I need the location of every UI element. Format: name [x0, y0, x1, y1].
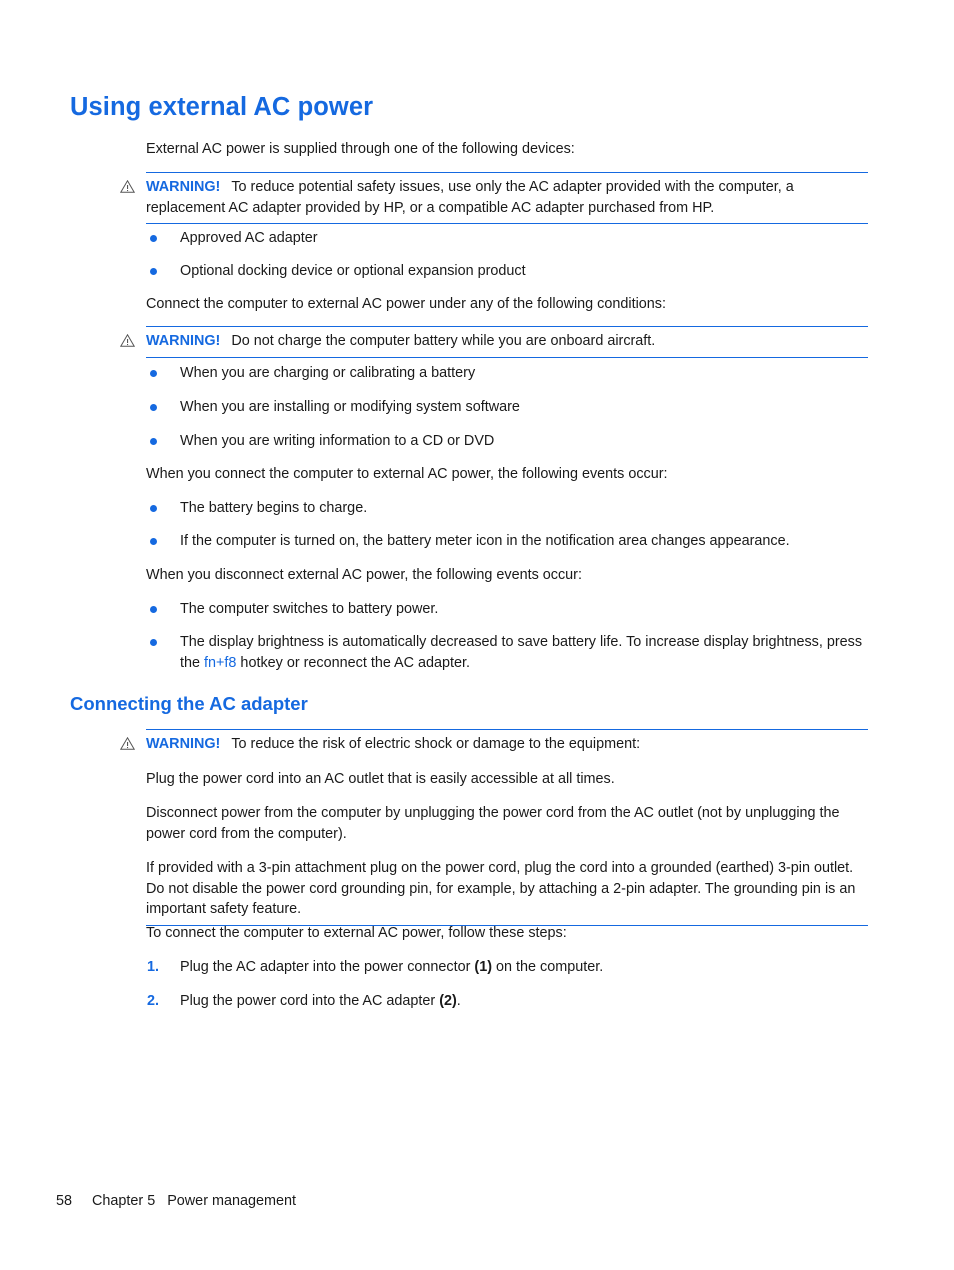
warning-paragraph: Disconnect power from the computer by un… — [146, 805, 840, 842]
step-number: 1. — [147, 959, 160, 975]
list-item: Approved AC adapter — [146, 228, 868, 249]
list-item: The computer switches to battery power. — [146, 599, 868, 620]
warning-box-2: WARNING! Do not charge the computer batte… — [120, 326, 868, 358]
list-item-label: Approved AC adapter — [180, 230, 318, 246]
section-title-connecting-ac-adapter: Connecting the AC adapter — [70, 693, 308, 714]
list-item: When you are charging or calibrating a b… — [146, 363, 868, 384]
warning-rule-bottom — [146, 356, 868, 358]
bullet-icon — [150, 370, 157, 377]
list-item: 1. Plug the AC adapter into the power co… — [146, 957, 868, 978]
brightness-text-after: hotkey or reconnect the AC adapter. — [236, 654, 471, 671]
warning-content: WARNING! To reduce potential safety issue… — [120, 173, 868, 223]
bullet-icon — [150, 235, 157, 242]
step-text-after: . — [456, 993, 461, 1009]
bullet-icon — [150, 505, 157, 512]
list-item-label: When you are installing or modifying sys… — [180, 399, 520, 415]
list-item-label: If the computer is turned on, the batter… — [180, 533, 790, 549]
list-item: If the computer is turned on, the batter… — [146, 531, 868, 552]
warning-text: To reduce potential safety issues, use o… — [146, 179, 794, 216]
warning-triangle-icon — [120, 334, 135, 347]
disconnect-events-intro: When you disconnect external AC power, t… — [146, 567, 582, 583]
steps-intro-paragraph: To connect the computer to external AC p… — [146, 925, 567, 941]
warning-text: Do not charge the computer battery while… — [231, 333, 656, 349]
list-item: When you are installing or modifying sys… — [146, 397, 868, 418]
warning-triangle-icon — [120, 180, 135, 193]
warning-content: WARNING! Do not charge the computer batte… — [120, 327, 868, 357]
step-label: Plug the power cord into the AC adapter … — [180, 991, 868, 1012]
step-text-after: on the computer. — [492, 959, 604, 975]
list-item-label: The computer switches to battery power. — [180, 601, 439, 617]
warning-triangle-icon — [120, 737, 135, 750]
list-item: The battery begins to charge. — [146, 498, 868, 519]
warning-content: WARNING! To reduce the risk of electric s… — [120, 730, 868, 925]
page-title: Using external AC power — [70, 93, 374, 121]
warning-box-1: WARNING! To reduce potential safety issue… — [120, 172, 868, 224]
warning-rule-bottom — [146, 223, 868, 224]
bullet-icon — [150, 606, 157, 613]
warning-text: To reduce the risk of electric shock or … — [231, 736, 641, 752]
step-text-before: Plug the AC adapter into the power conne… — [180, 959, 475, 975]
bullet-icon — [150, 268, 157, 275]
intro-paragraph: External AC power is supplied through on… — [146, 141, 575, 157]
connect-events-intro: When you connect the computer to externa… — [146, 466, 668, 482]
bullet-icon — [150, 639, 157, 646]
list-item-label: Optional docking device or optional expa… — [180, 263, 526, 279]
warning-box-3: WARNING! To reduce the risk of electric s… — [120, 729, 868, 926]
list-item-label: When you are charging or calibrating a b… — [180, 365, 476, 381]
list-item-label: When you are writing information to a CD… — [180, 433, 495, 449]
hotkey-link[interactable]: fn+f8 — [204, 655, 236, 671]
step-callout: (1) — [474, 959, 492, 975]
step-number: 2. — [147, 993, 160, 1009]
page-footer: 58 Chapter 5 Power management — [56, 1193, 296, 1209]
warning-paragraph: If provided with a 3-pin attachment plug… — [146, 860, 856, 917]
step-text-before: Plug the power cord into the AC adapter — [180, 993, 440, 1009]
step-callout: (2) — [439, 993, 457, 1009]
warning-label: WARNING! — [146, 333, 221, 349]
step-label: Plug the AC adapter into the power conne… — [180, 957, 868, 978]
bullet-icon — [150, 404, 157, 411]
list-item-label: The display brightness is automatically … — [180, 632, 868, 673]
conditions-intro-paragraph: Connect the computer to external AC powe… — [146, 296, 666, 312]
warning-label: WARNING! — [146, 179, 221, 195]
bullet-icon — [150, 538, 157, 545]
warning-paragraph: Plug the power cord into an AC outlet th… — [146, 770, 615, 787]
bullet-icon — [150, 438, 157, 445]
warning-label: WARNING! — [146, 736, 221, 752]
list-item: The display brightness is automatically … — [146, 632, 868, 673]
document-page: Using external AC power External AC powe… — [0, 0, 954, 1270]
list-item: Optional docking device or optional expa… — [146, 261, 868, 282]
list-item: 2. Plug the power cord into the AC adapt… — [146, 991, 868, 1012]
list-item-label: The battery begins to charge. — [180, 500, 368, 516]
list-item: When you are writing information to a CD… — [146, 431, 868, 452]
